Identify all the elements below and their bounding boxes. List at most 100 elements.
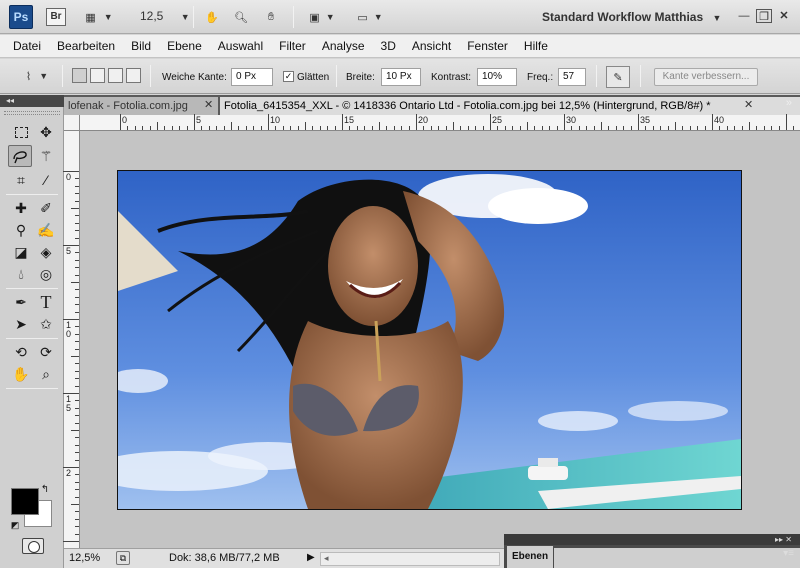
spot-healing-icon[interactable]: ✚ [9, 197, 33, 219]
minimize-icon[interactable]: — [736, 9, 752, 23]
zoom-status[interactable]: 12,5% [69, 552, 100, 564]
new-selection-icon[interactable] [72, 68, 87, 83]
vertical-ruler[interactable]: 0 5 1 0 1 5 2 [63, 131, 80, 548]
collapse-panel-icon[interactable]: ▸▸ ✕ [504, 534, 800, 545]
scroll-left-icon[interactable]: ◂ [324, 553, 329, 564]
ruler-label: 2 [66, 468, 72, 478]
magic-wand-icon[interactable]: ⚚ [34, 145, 58, 167]
horizontal-ruler[interactable]: 0 5 10 15 20 25 30 35 40 [80, 114, 800, 131]
tab-document-1[interactable]: lofenak - Fotolia.com.jpg [64, 97, 218, 115]
ruler-tick [75, 444, 79, 446]
magnetic-lasso-icon[interactable] [8, 145, 32, 167]
menu-3d[interactable]: 3D [373, 39, 404, 53]
horizontal-scrollbar[interactable] [320, 552, 500, 566]
blur-tool-icon[interactable]: 💧︎ [9, 263, 33, 285]
arrange-documents-button[interactable]: ▣ ▼ [304, 7, 340, 27]
custom-shape-icon[interactable]: ✩ [34, 313, 58, 335]
history-brush-icon[interactable]: ✍ [34, 219, 58, 241]
panel-grip[interactable] [4, 111, 60, 115]
collapse-panel-icon[interactable]: ◂◂ [0, 95, 64, 107]
add-to-selection-icon[interactable] [90, 68, 105, 83]
ruler-tick [719, 126, 721, 130]
dodge-tool-icon[interactable]: ◎ [34, 263, 58, 285]
zoom-tool-icon[interactable]: 🔍︎ [230, 7, 252, 27]
contrast-input[interactable]: 10% [477, 68, 517, 86]
zoom-tool-icon[interactable]: ⌕ [34, 363, 58, 385]
refine-edge-button[interactable]: Kante verbessern... [654, 68, 758, 86]
intersect-selection-icon[interactable] [126, 68, 141, 83]
ruler-tick [120, 114, 121, 130]
clone-stamp-icon[interactable]: ⚲ [9, 219, 33, 241]
tablet-pressure-icon[interactable]: ✎ [606, 66, 630, 88]
pen-tool-icon[interactable]: ✒ [9, 291, 33, 313]
rotate-view-icon[interactable]: ✋︎ [260, 7, 282, 27]
ruler-tick [201, 126, 203, 130]
document-image[interactable] [117, 170, 742, 510]
restore-icon[interactable]: ❐ [756, 9, 772, 23]
menu-datei[interactable]: Datei [5, 39, 49, 53]
tab-layers[interactable]: Ebenen [507, 546, 553, 568]
crop-tool-icon[interactable]: ⌗ [9, 169, 33, 191]
zoom-level[interactable]: 12,5 ▼ [140, 9, 190, 23]
menu-bearbeiten[interactable]: Bearbeiten [49, 39, 123, 53]
hand-tool-icon[interactable]: ✋ [9, 363, 33, 385]
ruler-tick [423, 126, 425, 130]
close-tab-icon[interactable]: ✕ [204, 98, 213, 111]
path-selection-icon[interactable]: ➤ [9, 313, 33, 335]
menu-bild[interactable]: Bild [123, 39, 159, 53]
eraser-tool-icon[interactable]: ◪ [9, 241, 33, 263]
menu-hilfe[interactable]: Hilfe [516, 39, 556, 53]
ruler-origin[interactable] [64, 115, 80, 131]
subtract-from-selection-icon[interactable] [108, 68, 123, 83]
brush-tool-icon[interactable]: ✐ [34, 197, 58, 219]
foreground-color-swatch-top[interactable] [11, 488, 39, 515]
menu-ansicht[interactable]: Ansicht [404, 39, 459, 53]
3d-orbit-icon[interactable]: ⟳ [34, 341, 58, 363]
menu-fenster[interactable]: Fenster [459, 39, 516, 53]
close-tab-icon[interactable]: ✕ [744, 98, 753, 111]
rectangular-marquee-icon[interactable] [9, 121, 33, 143]
menu-bar: Datei Bearbeiten Bild Ebene Auswahl Filt… [0, 35, 800, 58]
type-tool-icon[interactable]: T [34, 291, 58, 313]
ruler-tick [75, 533, 79, 535]
more-tabs-icon[interactable]: » [786, 97, 792, 109]
ruler-tick [71, 208, 79, 209]
ruler-tick [75, 496, 79, 498]
tool-preset-picker[interactable]: ⌇ ▼ [18, 66, 56, 86]
hand-tool-icon[interactable]: ✋ [202, 7, 222, 27]
workspace-switcher[interactable]: Standard Workflow Matthias ▼ [542, 10, 721, 24]
antialias-checkbox[interactable]: ✓ [283, 71, 294, 82]
panel-menu-icon[interactable]: ▾≡ [783, 548, 794, 559]
default-colors-icon[interactable]: ◩ [9, 519, 21, 531]
feather-input[interactable]: 0 Px [231, 68, 273, 86]
menu-analyse[interactable]: Analyse [314, 39, 373, 53]
status-info-icon[interactable]: ⧉ [116, 551, 130, 565]
swap-colors-icon[interactable]: ↰ [38, 483, 52, 495]
options-bar: ⌇ ▼ Weiche Kante: 0 Px ✓ Glätten Breite:… [0, 59, 800, 94]
move-tool-icon[interactable]: ✥ [34, 121, 58, 143]
menu-ebene[interactable]: Ebene [159, 39, 210, 53]
paint-bucket-icon[interactable]: ◈ [34, 241, 58, 263]
ruler-tick [667, 126, 669, 130]
menu-filter[interactable]: Filter [271, 39, 314, 53]
ruler-tick [75, 437, 79, 439]
ruler-label: 1 0 [66, 320, 72, 339]
quick-mask-icon[interactable] [22, 538, 44, 554]
width-input[interactable]: 10 Px [381, 68, 421, 86]
menu-auswahl[interactable]: Auswahl [210, 39, 271, 53]
frequency-input[interactable]: 57 [558, 68, 586, 86]
ruler-tick [75, 311, 79, 313]
close-icon[interactable]: ✕ [776, 9, 792, 23]
chevron-down-icon: ▼ [103, 12, 113, 22]
status-menu-arrow-icon[interactable]: ▶ [307, 552, 315, 563]
bridge-button[interactable]: Br [46, 8, 66, 26]
3d-rotate-icon[interactable]: ⟲ [9, 341, 33, 363]
screen-mode-button[interactable]: ▦ ▼ [80, 7, 118, 27]
ruler-tick [245, 126, 247, 130]
ruler-tick [771, 126, 773, 130]
film-icon: ▦ [85, 11, 96, 24]
ruler-tick [467, 126, 469, 130]
eyedropper-icon[interactable]: ⁄ [34, 169, 58, 191]
screen-mode-menu-button[interactable]: ▭ ▼ [352, 7, 388, 27]
tab-document-2[interactable]: Fotolia_6415354_XXL - © 1418336 Ontario … [220, 97, 800, 115]
